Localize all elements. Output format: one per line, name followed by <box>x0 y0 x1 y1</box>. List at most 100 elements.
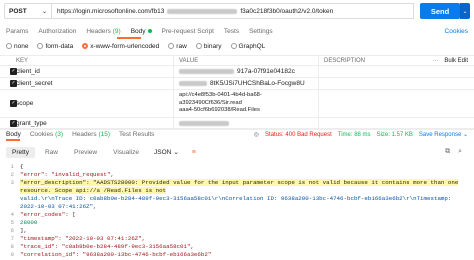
tab-body-label: Body <box>130 27 146 35</box>
method-select[interactable]: POST ⌄ <box>4 3 52 19</box>
active-response-tab-indicator <box>6 139 20 141</box>
tab-pre-request-script[interactable]: Pre-request Script <box>162 28 214 35</box>
line-number: 8 <box>10 242 14 250</box>
response-view-bar: Pretty Raw Preview Visualize JSON ⌄ ≡ ⧉ … <box>0 146 474 158</box>
line-number: 9 <box>10 250 14 258</box>
tab-settings[interactable]: Settings <box>249 28 273 35</box>
url-end: f3a0c218f3b0/oauth2/v2.0/token <box>240 7 334 15</box>
body-type-raw[interactable]: raw <box>168 42 187 50</box>
tab-headers-count: (9) <box>112 27 121 35</box>
row-value[interactable]: 917a-07f91e04182c <box>174 66 319 77</box>
code-line: resource. Scope api://a /Read.Files is n… <box>0 186 474 194</box>
view-pretty[interactable]: Pretty <box>6 146 35 158</box>
highlighted-text: "error_description": "AADSTS28000: Provi… <box>20 178 459 186</box>
url-input[interactable]: https://login.microsoftonline.com/fb13 f… <box>52 3 414 19</box>
copy-icon[interactable]: ⧉ <box>445 148 450 156</box>
tab-headers[interactable]: Headers (9) <box>86 28 120 35</box>
body-type-urlencoded[interactable]: x-www-form-urlencoded <box>82 43 159 50</box>
code-text: "timestamp": "2022-10-03 07:41:26Z", <box>20 234 146 242</box>
code-text: valid.\r\nTrace ID: c0ab8b0e-b284-489f-9… <box>20 194 452 202</box>
body-type-form-data[interactable]: form-data <box>37 43 73 50</box>
tab-tests[interactable]: Tests <box>224 28 239 35</box>
row-key[interactable]: client_secret <box>10 78 174 89</box>
globe-icon: ◎ <box>253 132 260 138</box>
response-time[interactable]: Time: 88 ms <box>338 132 371 138</box>
wrap-lines-icon[interactable]: ≡ <box>188 147 200 158</box>
body-type-graphql[interactable]: GraphQL <box>230 42 266 50</box>
tab-body[interactable]: Body <box>131 28 152 35</box>
status-code[interactable]: Status: 400 Bad Request <box>265 132 332 138</box>
radio-icon <box>195 42 202 49</box>
scope-line-2: a3923490Cf636/Sir.read <box>179 99 242 106</box>
request-bar: POST ⌄ https://login.microsoftonline.com… <box>0 0 474 22</box>
code-text: "error_codes": [ <box>20 210 76 218</box>
resp-tab-count: (3) <box>55 131 64 138</box>
response-size[interactable]: Size: 1.57 KB <box>377 132 413 138</box>
body-type-label: x-www-form-urlencoded <box>90 42 160 50</box>
code-text: 2022-10-03 07:41:26Z", <box>20 202 97 210</box>
cookies-link[interactable]: Cookies <box>445 28 468 35</box>
line-number: 1 <box>10 162 14 170</box>
url-start: https://login.microsoftonline.com/fb13 <box>57 7 165 15</box>
row-description[interactable] <box>319 66 474 77</box>
tab-authorization[interactable]: Authorization <box>38 28 76 35</box>
redacted-text <box>179 69 234 74</box>
save-response-button[interactable]: Save Response ⌄ <box>419 131 468 138</box>
resp-tab-label: Cookies <box>29 131 54 138</box>
body-type-label: raw <box>176 42 187 50</box>
code-line: 7 "timestamp": "2022-10-03 07:41:26Z", <box>0 234 474 242</box>
bulk-edit-button[interactable]: ··· Bulk Edit <box>432 58 474 64</box>
code-line: 9 "correlation_id": "9638a200-13bc-4746-… <box>0 250 474 258</box>
tab-params[interactable]: Params <box>6 28 28 35</box>
resp-tab-headers[interactable]: Headers (15) <box>72 131 110 138</box>
body-type-none[interactable]: none <box>6 43 28 50</box>
radio-icon <box>230 42 237 49</box>
header-value: VALUE <box>174 56 319 65</box>
row-value[interactable]: 8tK5/JSi7UHCShBaLo-Focgw8U <box>174 78 319 89</box>
send-button[interactable]: Send <box>420 3 460 19</box>
header-key: KEY <box>10 56 174 65</box>
method-label: POST <box>9 7 27 15</box>
format-select[interactable]: JSON ⌄ <box>149 147 184 158</box>
code-line: 8 "trace_id": "c0ab8b0e-b284-489f-9ec3-3… <box>0 242 474 250</box>
code-line: 2022-10-03 07:41:26Z", <box>0 202 474 210</box>
row-key[interactable]: scope <box>10 90 174 117</box>
body-type-label: binary <box>203 42 222 50</box>
row-description[interactable] <box>319 90 474 117</box>
response-body-code: 1{ 2 "error": "invalid_request", 3 "erro… <box>0 162 474 260</box>
code-line: 1{ <box>0 162 474 170</box>
tab-headers-label: Headers <box>86 27 111 35</box>
redacted-text <box>179 81 207 86</box>
scope-line-3: aaa4-50cf6b692038/Read.Files <box>179 107 260 114</box>
body-type-label: form-data <box>45 42 74 50</box>
resp-tab-cookies[interactable]: Cookies (3) <box>30 131 63 138</box>
format-label: JSON <box>154 148 172 156</box>
view-raw[interactable]: Raw <box>39 147 64 158</box>
form-params-table: KEY VALUE DESCRIPTION ··· Bulk Edit ✓ cli… <box>0 55 474 130</box>
resp-tab-body[interactable]: Body <box>6 131 21 138</box>
code-text: "correlation_id": "9638a200-13bc-4746-bc… <box>20 250 212 258</box>
radio-selected-icon <box>82 42 89 49</box>
more-options-icon[interactable]: ··· <box>432 58 438 64</box>
row-description[interactable] <box>319 78 474 89</box>
row-key[interactable]: client_id <box>10 66 174 77</box>
active-tab-indicator <box>117 37 141 39</box>
view-preview[interactable]: Preview <box>68 147 103 158</box>
body-type-selector: none form-data x-www-form-urlencoded raw… <box>0 40 474 52</box>
resp-tab-test-results[interactable]: Test Results <box>119 131 154 138</box>
body-type-binary[interactable]: binary <box>195 42 222 50</box>
view-visualize[interactable]: Visualize <box>107 147 145 158</box>
table-row: ✓ scope api://c4e8f53b-0401-4b4d-ba68- a… <box>0 90 474 118</box>
code-text: { <box>20 162 24 170</box>
redacted-text <box>179 121 229 126</box>
search-icon[interactable]: ⌕ <box>458 148 462 156</box>
row-value[interactable]: api://c4e8f53b-0401-4b4d-ba68- a3923490C… <box>174 90 319 117</box>
table-row: ✓ client_secret 8tK5/JSi7UHCShBaLo-Focgw… <box>0 78 474 90</box>
send-options-chevron-icon[interactable]: ⌄ <box>460 3 470 19</box>
resp-tab-count: (15) <box>98 131 111 138</box>
line-number: 3 <box>10 178 14 186</box>
code-line: 4 "error_codes": [ <box>0 210 474 218</box>
line-number: 7 <box>10 234 14 242</box>
body-type-label: GraphQL <box>238 42 266 50</box>
code-text: 28000 <box>20 218 38 226</box>
